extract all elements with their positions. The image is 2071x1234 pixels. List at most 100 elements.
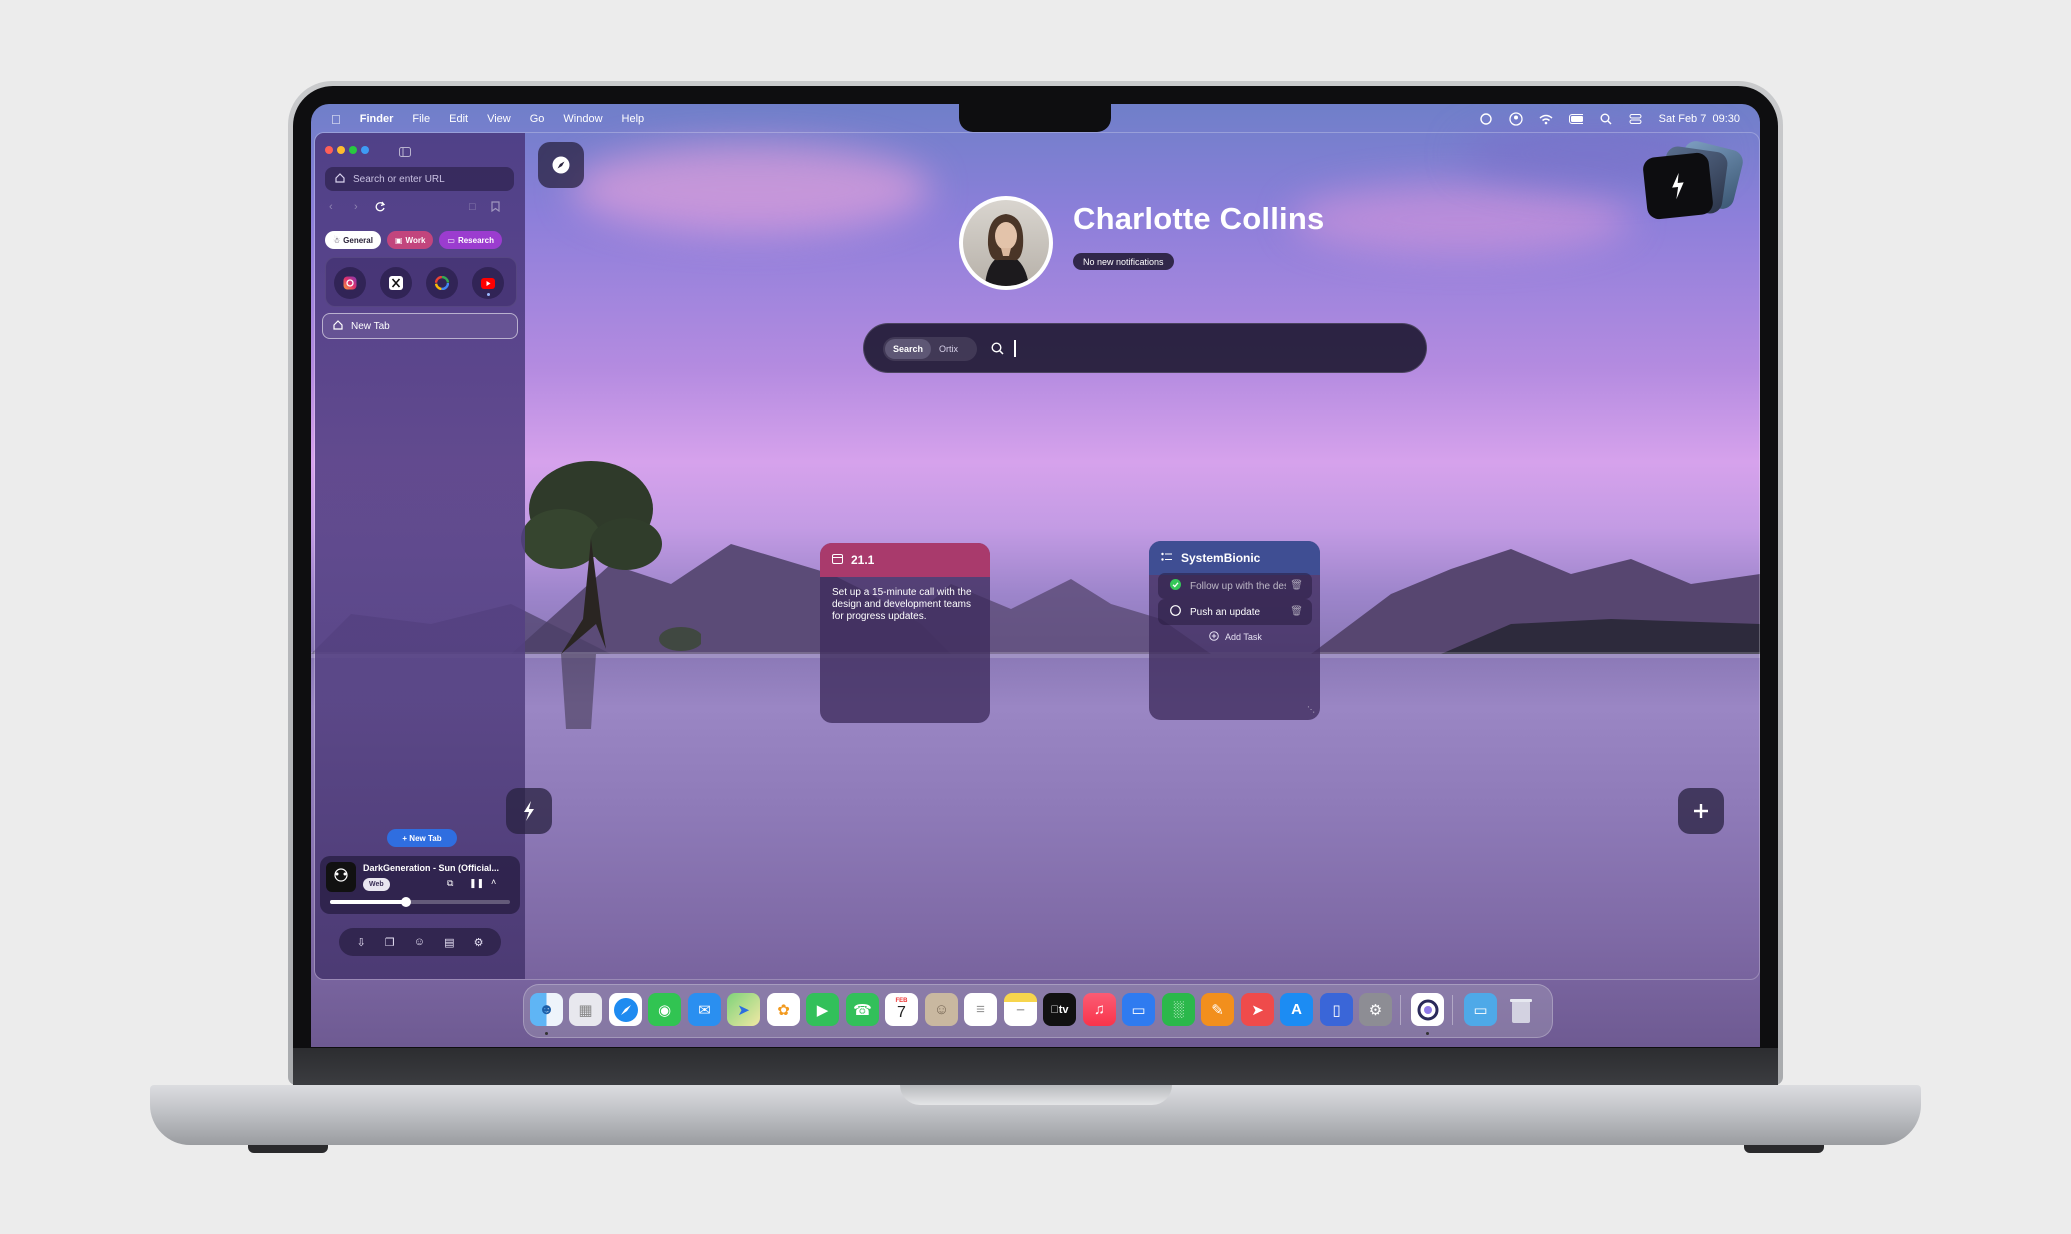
dock-rocket[interactable]: ➤ bbox=[1241, 993, 1274, 1026]
dock-system-settings[interactable]: ⚙ bbox=[1359, 993, 1392, 1026]
menu-window[interactable]: Window bbox=[563, 113, 602, 125]
pinned-youtube[interactable] bbox=[472, 267, 504, 299]
menu-clock[interactable]: Sat Feb 7 09:30 bbox=[1659, 113, 1740, 125]
search-mode-toggle: Search Ortix bbox=[883, 337, 977, 361]
space-general[interactable]: ☃ General bbox=[325, 231, 381, 249]
dock-tv[interactable]: tv bbox=[1043, 993, 1076, 1026]
trash-icon[interactable]: 🗑 bbox=[1290, 580, 1303, 591]
player-progress-knob[interactable] bbox=[400, 897, 411, 907]
dock-finder[interactable]: ☻ bbox=[530, 993, 563, 1026]
note-card-body[interactable]: Set up a 15-minute call with the design … bbox=[820, 577, 990, 634]
dock-photos[interactable]: ✿ bbox=[767, 993, 800, 1026]
pause-icon[interactable]: ❚❚ bbox=[469, 878, 484, 889]
pinned-google[interactable] bbox=[426, 267, 458, 299]
dock-downloads[interactable]: ▭ bbox=[1464, 993, 1497, 1026]
task-item[interactable]: Push an update 🗑 bbox=[1158, 599, 1312, 625]
dock-launchpad[interactable]: ▦ bbox=[569, 993, 602, 1026]
dock-trash[interactable] bbox=[1504, 993, 1537, 1026]
picture-in-picture-icon[interactable]: ⧉ bbox=[447, 878, 453, 889]
menu-edit[interactable]: Edit bbox=[449, 113, 468, 125]
dock-facetime[interactable]: ▶ bbox=[806, 993, 839, 1026]
control-center-icon[interactable] bbox=[1629, 112, 1643, 126]
pinned-instagram[interactable] bbox=[334, 267, 366, 299]
extension-button[interactable] bbox=[361, 146, 369, 154]
ortix-status-icon[interactable] bbox=[1479, 112, 1493, 126]
url-bar[interactable]: Search or enter URL bbox=[325, 167, 514, 191]
dock-reminders[interactable]: ≡ bbox=[964, 993, 997, 1026]
dock-pages[interactable]: ✎ bbox=[1201, 993, 1234, 1026]
bookmark-icon[interactable] bbox=[491, 201, 500, 215]
dock-contacts[interactable]: ☺ bbox=[925, 993, 958, 1026]
note-card-title: 21.1 bbox=[851, 553, 875, 567]
apple-menu-icon[interactable]:  bbox=[331, 112, 341, 127]
emoji-icon[interactable]: ☺ bbox=[414, 936, 425, 948]
compass-button[interactable] bbox=[538, 142, 584, 188]
trash-icon bbox=[1509, 998, 1532, 1023]
dock-maps[interactable]: ➤ bbox=[727, 993, 760, 1026]
add-task-button[interactable]: Add Task bbox=[1209, 631, 1262, 643]
minimize-window-button[interactable] bbox=[337, 146, 345, 154]
player-progress-track[interactable] bbox=[330, 897, 510, 907]
dock-music[interactable]: ♫ bbox=[1083, 993, 1116, 1026]
dock-numbers[interactable]: ░ bbox=[1162, 993, 1195, 1026]
wifi-icon[interactable] bbox=[1539, 112, 1553, 126]
menu-view[interactable]: View bbox=[487, 113, 511, 125]
gear-icon[interactable]: ⚙ bbox=[474, 936, 484, 949]
menu-file[interactable]: File bbox=[412, 113, 430, 125]
download-icon[interactable]: ⇩ bbox=[357, 936, 366, 949]
share-icon[interactable]: □ bbox=[469, 201, 476, 213]
dock-keynote[interactable]: ▭ bbox=[1122, 993, 1155, 1026]
instagram-icon bbox=[343, 276, 357, 290]
finder-icon: ☻ bbox=[538, 1001, 555, 1018]
task-item[interactable]: Follow up with the design team 🗑 bbox=[1158, 573, 1312, 599]
space-research[interactable]: ▭ Research bbox=[439, 231, 502, 249]
facetime-icon: ▶ bbox=[816, 1001, 829, 1019]
dock-calendar[interactable]: FEB 7 bbox=[885, 993, 918, 1026]
space-work[interactable]: ▣ Work bbox=[386, 231, 434, 249]
dock-iphone-mirroring[interactable]: ▯ bbox=[1320, 993, 1353, 1026]
forward-icon[interactable]: › bbox=[354, 201, 358, 213]
duplicate-icon[interactable]: ❐ bbox=[385, 936, 395, 949]
expand-icon[interactable]: ˄ bbox=[491, 877, 496, 887]
mode-search[interactable]: Search bbox=[885, 339, 932, 359]
new-tab-button[interactable]: + New Tab bbox=[387, 829, 457, 847]
resize-handle-icon[interactable]: ⋱ bbox=[1307, 705, 1315, 714]
app-switcher-stack[interactable] bbox=[1641, 138, 1746, 221]
tasks-card-title: SystemBionic bbox=[1181, 551, 1261, 565]
close-window-button[interactable] bbox=[325, 146, 333, 154]
mail-icon: ✉ bbox=[698, 1001, 711, 1019]
reload-icon[interactable] bbox=[374, 201, 386, 216]
spotlight-search-icon[interactable] bbox=[1599, 112, 1613, 126]
dock-messages[interactable]: ◉ bbox=[648, 993, 681, 1026]
menu-go[interactable]: Go bbox=[530, 113, 545, 125]
mode-ortix[interactable]: Ortix bbox=[939, 344, 958, 354]
pinned-x[interactable] bbox=[380, 267, 412, 299]
bolt-button[interactable] bbox=[506, 788, 552, 834]
trash-icon[interactable]: 🗑 bbox=[1290, 606, 1303, 617]
avatar[interactable] bbox=[959, 196, 1053, 290]
safari-icon bbox=[613, 997, 638, 1022]
dock-notes[interactable]: – bbox=[1004, 993, 1037, 1026]
dock-safari[interactable] bbox=[609, 993, 642, 1026]
dock-phone[interactable]: ☎ bbox=[846, 993, 879, 1026]
dock-mail[interactable]: ✉ bbox=[688, 993, 721, 1026]
menu-help[interactable]: Help bbox=[622, 113, 645, 125]
user-icon[interactable] bbox=[1509, 112, 1523, 126]
battery-icon[interactable] bbox=[1568, 112, 1583, 126]
sidebar-toggle-icon[interactable] bbox=[399, 144, 411, 162]
task-unchecked-circle-icon[interactable] bbox=[1170, 605, 1181, 619]
search-bar[interactable]: Search Ortix bbox=[863, 323, 1427, 373]
tab-new-tab[interactable]: New Tab bbox=[322, 313, 518, 339]
add-widget-button[interactable] bbox=[1678, 788, 1724, 834]
dock-ortix[interactable] bbox=[1411, 993, 1444, 1026]
notification-badge[interactable]: No new notifications bbox=[1073, 253, 1174, 270]
pinned-sites bbox=[325, 257, 517, 307]
note-card[interactable]: 21.1 Set up a 15-minute call with the de… bbox=[820, 543, 990, 723]
dock-app-store[interactable]: A bbox=[1280, 993, 1313, 1026]
task-done-check-icon[interactable] bbox=[1170, 579, 1181, 593]
zoom-window-button[interactable] bbox=[349, 146, 357, 154]
menu-app-name[interactable]: Finder bbox=[360, 113, 394, 125]
note-card-header: 21.1 bbox=[820, 543, 990, 577]
back-icon[interactable]: ‹ bbox=[329, 201, 333, 213]
card-icon[interactable]: ▤ bbox=[444, 936, 454, 949]
